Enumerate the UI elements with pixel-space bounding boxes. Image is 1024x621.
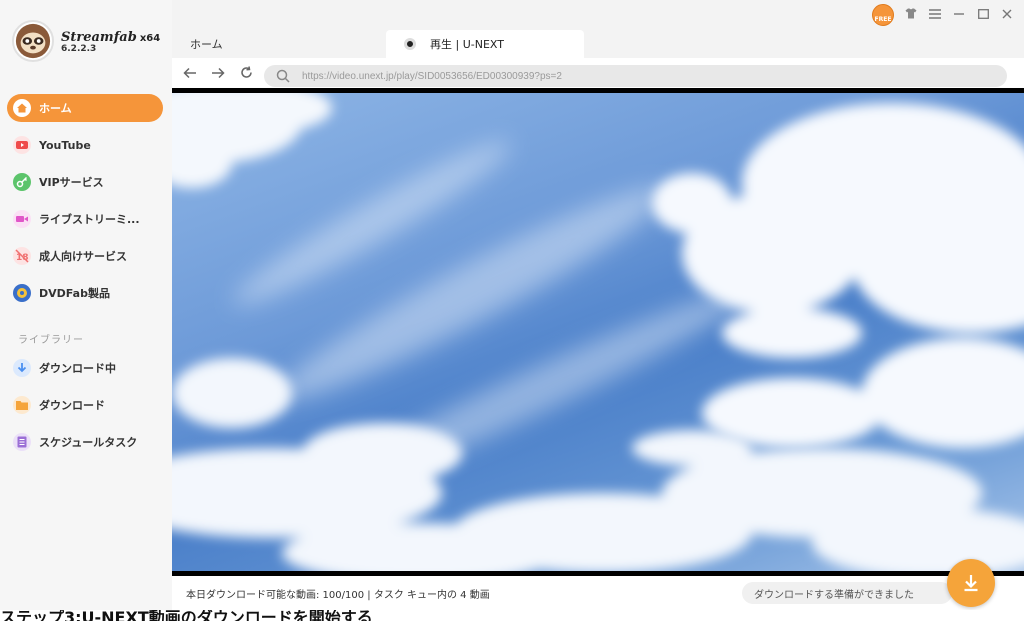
free-badge-label: FREE	[874, 16, 892, 23]
brand-arch: x64	[139, 32, 161, 44]
forward-arrow-icon[interactable]	[204, 65, 232, 83]
dvdfab-icon	[13, 284, 31, 302]
key-icon	[13, 173, 31, 191]
streamfab-logo-icon	[12, 20, 54, 62]
sidebar-item-label: ダウンロード中	[39, 362, 116, 375]
app-version: 6.2.2.3	[61, 44, 97, 55]
brand-block: Streamfab x64 6.2.2.3	[61, 27, 160, 55]
sidebar-item-label: 成人向けサービス	[39, 250, 127, 263]
window-controls: FREE	[872, 4, 1014, 26]
tab-bar: ホーム 再生 | U-NEXT FREE	[172, 0, 1024, 58]
sidebar-item-youtube[interactable]: YouTube	[7, 131, 163, 159]
close-icon[interactable]	[1000, 8, 1014, 23]
download-arrow-icon	[964, 575, 978, 592]
menu-icon[interactable]	[928, 8, 942, 23]
sidebar-item-adult-services[interactable]: 18 成人向けサービス	[7, 242, 163, 270]
skin-shirt-icon[interactable]	[904, 8, 918, 23]
sidebar-item-downloaded[interactable]: ダウンロード	[7, 391, 163, 419]
schedule-icon	[13, 433, 31, 451]
library-section-label: ライブラリー	[18, 335, 84, 346]
tab-home[interactable]: ホーム	[172, 30, 382, 58]
tab-active-label: 再生 | U-NEXT	[430, 38, 504, 51]
caption-strip: ステップ3:U-NEXT動画のダウンロードを開始する	[0, 610, 1024, 621]
reload-icon[interactable]	[232, 65, 260, 83]
search-icon	[276, 69, 290, 83]
unext-favicon-icon	[404, 38, 416, 50]
download-button[interactable]	[947, 559, 995, 607]
sidebar-item-label: スケジュールタスク	[39, 436, 138, 449]
sidebar-item-label: YouTube	[39, 138, 91, 152]
live-stream-icon	[13, 210, 31, 228]
ready-status-pill: ダウンロードする準備ができました	[742, 582, 952, 604]
caption-text: ステップ3:U-NEXT動画のダウンロードを開始する	[0, 610, 373, 621]
tab-playback-unext[interactable]: 再生 | U-NEXT	[386, 30, 584, 58]
app-logo-area: Streamfab x64 6.2.2.3	[12, 20, 160, 62]
status-bar: 本日ダウンロード可能な動画: 100/100 | タスク キュー内の 4 動画 …	[172, 559, 1024, 610]
folder-icon	[13, 396, 31, 414]
sidebar-item-home[interactable]: ホーム	[7, 94, 163, 122]
sidebar-item-scheduled-tasks[interactable]: スケジュールタスク	[7, 428, 163, 456]
home-icon	[13, 99, 31, 117]
sidebar-item-label: ダウンロード	[39, 399, 105, 412]
sidebar-item-vip-services[interactable]: VIPサービス	[7, 168, 163, 196]
sidebar-item-dvdfab-products[interactable]: DVDFab製品	[7, 279, 163, 307]
tab-home-label: ホーム	[190, 38, 223, 51]
brand-name: Streamfab	[61, 29, 137, 45]
minimize-icon[interactable]	[952, 8, 966, 23]
video-frame-sky	[172, 93, 1024, 571]
sidebar-item-label: VIPサービス	[39, 176, 104, 189]
youtube-icon	[13, 136, 31, 154]
adult-18-icon: 18	[13, 247, 31, 265]
sidebar-item-live-streaming[interactable]: ライブストリーミ...	[7, 205, 163, 233]
free-badge-icon[interactable]: FREE	[872, 4, 894, 26]
clouds-image	[172, 93, 1024, 571]
ready-status-text: ダウンロードする準備ができました	[754, 589, 914, 601]
sidebar-item-label: DVDFab製品	[39, 287, 110, 300]
address-bar[interactable]: https://video.unext.jp/play/SID0053656/E…	[264, 65, 1007, 87]
url-text: https://video.unext.jp/play/SID0053656/E…	[302, 70, 562, 82]
browser-nav-bar: https://video.unext.jp/play/SID0053656/E…	[172, 58, 1024, 90]
sidebar-item-label: ライブストリーミ...	[39, 213, 140, 226]
sidebar-item-downloading[interactable]: ダウンロード中	[7, 354, 163, 382]
video-player[interactable]	[172, 88, 1024, 576]
maximize-icon[interactable]	[976, 8, 990, 23]
downloading-icon	[13, 359, 31, 377]
sidebar-item-label: ホーム	[39, 102, 72, 115]
back-arrow-icon[interactable]	[176, 65, 204, 83]
sidebar: Streamfab x64 6.2.2.3 ホーム YouTube VIPサービス…	[0, 0, 172, 610]
download-quota-status: 本日ダウンロード可能な動画: 100/100 | タスク キュー内の 4 動画	[186, 589, 490, 601]
